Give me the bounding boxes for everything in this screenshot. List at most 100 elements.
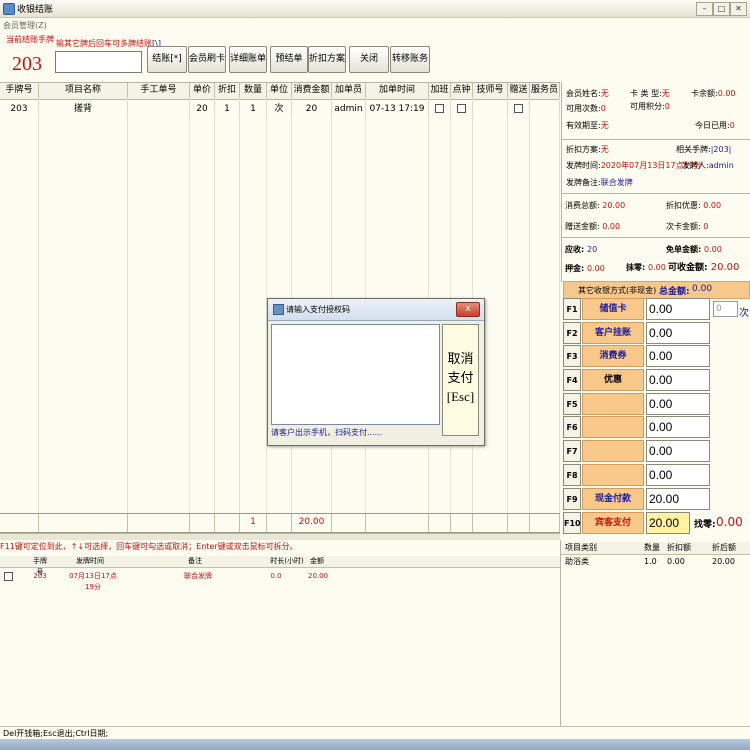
maximize-button[interactable]: □ (713, 2, 730, 16)
dialog-icon (273, 304, 284, 315)
col-waiter[interactable]: 服务员 (530, 83, 560, 99)
close-button[interactable]: 关闭 (349, 46, 389, 73)
cell-amount: 20 (292, 101, 332, 117)
auth-code-input[interactable] (271, 324, 440, 425)
pre-bill-button[interactable]: 预结单 (270, 46, 308, 73)
col-qty[interactable]: 数量 (240, 83, 267, 99)
grid-summary-row: 1 20.00 (0, 513, 560, 533)
status-bar: Del开钱箱;Esc退出;Ctrl日期; (0, 726, 750, 739)
summary-amount: 20.00 (292, 514, 332, 532)
menu-member-management[interactable]: 会员管理(Z) (3, 20, 47, 31)
tag-row-checkbox[interactable] (3, 571, 13, 582)
category-table-row[interactable]: 助浴类 1.0 0.00 20.00 (561, 556, 750, 568)
cell-item: 搓背 (39, 101, 128, 117)
app-icon (3, 3, 15, 15)
cell-time: 07-13 17:19 (366, 101, 429, 117)
payment-row-f9[interactable]: F9 现金付款 20.00 (563, 488, 748, 510)
times-unit: 次 (739, 308, 749, 319)
other-payment-header: 其它收银方式(非现金) 总金额: 0.00 (563, 281, 750, 299)
checkout-button[interactable]: 结账[*] (147, 46, 187, 73)
discount-plan-button[interactable]: 折扣方案 (308, 46, 346, 73)
cell-tech (473, 101, 508, 117)
payment-row-f6[interactable]: F6 0.00 (563, 416, 748, 438)
col-overtime[interactable]: 加班 (429, 83, 451, 99)
payment-row-f2[interactable]: F2 客户挂账 0.00 (563, 322, 748, 344)
help-notice: F11键可定位到此，↑↓可选择，回车键可勾选或取消；Enter键或双击鼠标可拆分… (0, 542, 298, 551)
transfer-account-button[interactable]: 转移账务 (390, 46, 430, 73)
gift-total: 赠送金额: 0.00 (565, 222, 621, 231)
member-card-button[interactable]: 会员刷卡 (188, 46, 226, 73)
multi-tag-hint: 输其它牌后回车可多牌结账[\] (56, 39, 161, 48)
detail-bill-button[interactable]: 详细账单 (229, 46, 267, 73)
tag-list-header: 手牌号 发牌时间 备注 时长(小时) 金额 (0, 556, 560, 576)
cell-waiter (530, 101, 560, 117)
card-type: 无 (661, 89, 670, 98)
cash-amount[interactable]: 20.00 (646, 488, 710, 510)
col-unit[interactable]: 单位 (267, 83, 292, 99)
col-amount[interactable]: 消费金额 (292, 83, 332, 99)
summary-qty: 1 (240, 514, 267, 532)
cancel-payment-button[interactable]: 取消 支付 [Esc] (442, 324, 479, 436)
window-title: 收银结账 (17, 5, 54, 15)
payment-row-f7[interactable]: F7 0.00 (563, 440, 748, 462)
col-clock[interactable]: 点钟 (451, 83, 473, 99)
payment-row-f3[interactable]: F3 消费券 0.00 (563, 345, 748, 367)
cell-qty: 1 (240, 101, 267, 117)
cell-tag: 203 (0, 101, 39, 117)
auth-code-dialog: 请输入支付授权码 x 取消 支付 [Esc] 请客户出示手机，扫码支付.....… (267, 298, 485, 446)
guest-pay-amount[interactable]: 20.00 (646, 512, 690, 534)
cell-manual (128, 101, 190, 117)
cell-unit: 次 (267, 101, 292, 117)
today-used: 0 (729, 121, 735, 130)
cell-operator: admin (332, 101, 366, 117)
dialog-title: 请输入支付授权码 (286, 305, 350, 314)
table-row[interactable]: 203 搓背 20 1 1 次 20 admin 07-13 17:19 (0, 101, 560, 117)
discount-plan-value: 无 (600, 145, 609, 154)
rounding: 抹零: 0.00 (626, 263, 666, 272)
col-operator[interactable]: 加单员 (332, 83, 366, 99)
free-amount: 免单金额: 0.00 (666, 245, 722, 254)
minimize-button[interactable]: – (696, 2, 713, 16)
close-window-button[interactable]: ✕ (730, 2, 747, 16)
current-tag-label: 当前结账手牌 (6, 35, 54, 44)
splitter[interactable] (0, 533, 560, 540)
issue-note: 联合发牌 (600, 178, 633, 187)
col-manual[interactable]: 手工单号 (128, 83, 190, 99)
taskbar (0, 739, 750, 750)
payment-row-f5[interactable]: F5 0.00 (563, 393, 748, 415)
avail-times: 0 (600, 104, 606, 113)
stored-card-amount[interactable]: 0.00 (646, 298, 710, 320)
col-add-time[interactable]: 加单时间 (366, 83, 429, 99)
col-discount[interactable]: 折扣 (215, 83, 240, 99)
valid-until: 无 (600, 121, 609, 130)
col-price[interactable]: 单价 (190, 83, 215, 99)
stored-card-times-spinner[interactable]: 0 (713, 301, 738, 317)
dialog-close-button[interactable]: x (456, 302, 480, 317)
payment-total: 0.00 (692, 284, 713, 294)
tag-code-input[interactable] (55, 51, 142, 73)
col-tech[interactable]: 技师号 (473, 83, 508, 99)
cell-discount: 1 (215, 101, 240, 117)
current-tag-number: 203 (12, 53, 42, 75)
col-tag[interactable]: 手牌号 (0, 83, 39, 99)
clock-checkbox[interactable] (451, 101, 473, 117)
change-label: 找零: (694, 520, 716, 530)
collectable: 可收金额: 20.00 (668, 262, 740, 273)
col-gift[interactable]: 赠送 (508, 83, 530, 99)
payment-row-f8[interactable]: F8 0.00 (563, 464, 748, 486)
member-name: 无 (600, 89, 609, 98)
discount-total: 折扣优惠: 0.00 (666, 201, 722, 210)
payment-row-f10[interactable]: F10 宾客支付 20.00 找零: 0.00 (563, 512, 748, 534)
window-titlebar: 收银结账 – □ ✕ (0, 0, 750, 18)
payment-row-f4[interactable]: F4 优惠 0.00 (563, 369, 748, 391)
card-balance: 0.00 (717, 89, 736, 98)
dialog-hint: 请客户出示手机，扫码支付...... (271, 428, 383, 437)
dialog-titlebar: 请输入支付授权码 x (268, 299, 484, 321)
overtime-checkbox[interactable] (429, 101, 451, 117)
gift-checkbox[interactable] (508, 101, 530, 117)
cell-price: 20 (190, 101, 215, 117)
col-item[interactable]: 项目名称 (39, 83, 128, 99)
tag-list-row[interactable]: 203 07月13日17点19分 联合发牌 0.0 20.00 (0, 571, 560, 591)
issuer: admin (708, 161, 734, 170)
change-value: 0.00 (716, 515, 743, 529)
